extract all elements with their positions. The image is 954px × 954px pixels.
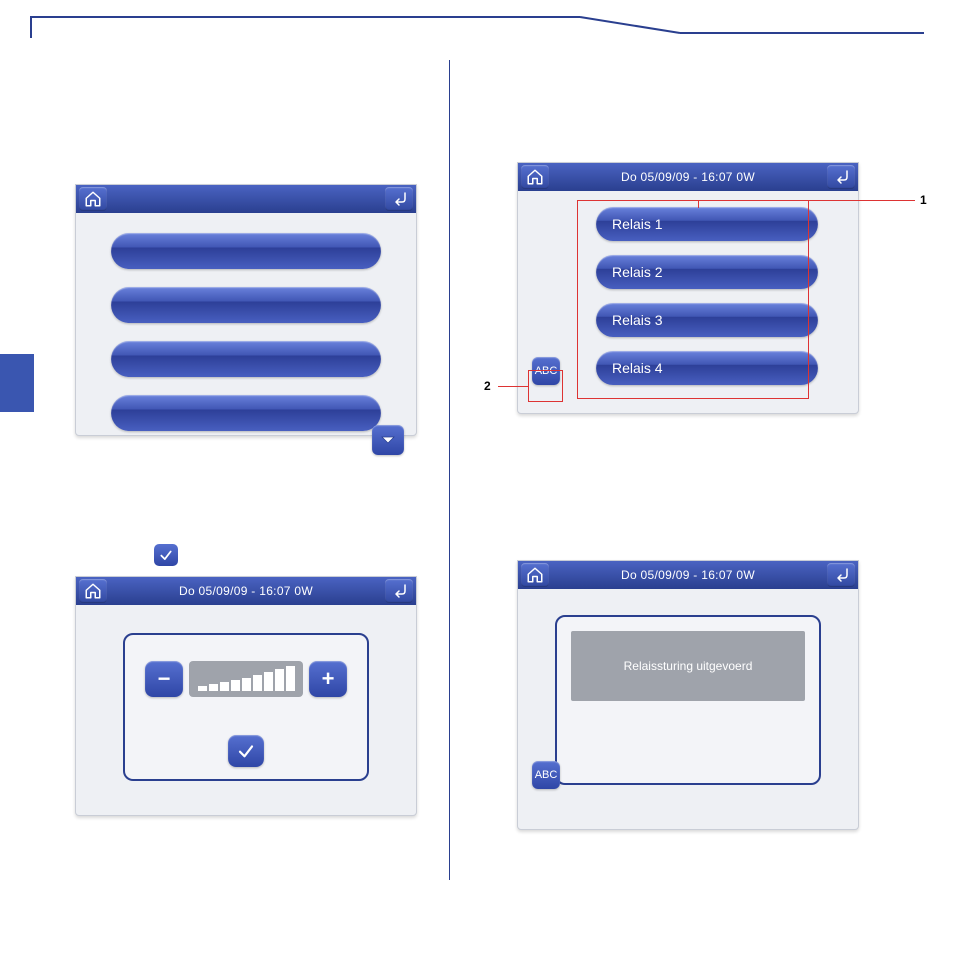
relay-item[interactable]: Relais 1 — [596, 207, 818, 241]
level-step — [220, 682, 229, 691]
relay-item[interactable]: Relais 3 — [596, 303, 818, 337]
back-button[interactable] — [385, 187, 413, 211]
page-frame-segment — [30, 16, 32, 38]
title-text: Do 05/09/09 - 16:07 0W — [549, 568, 827, 582]
back-button[interactable] — [827, 563, 855, 587]
page-side-tab — [0, 354, 34, 412]
return-arrow-icon — [390, 190, 408, 208]
chevron-down-icon — [379, 431, 397, 449]
relay-item[interactable]: Relais 2 — [596, 255, 818, 289]
relay-item-label: Relais 2 — [612, 264, 663, 280]
level-step — [231, 680, 240, 691]
confirm-button[interactable] — [228, 735, 264, 767]
page-frame-segment — [30, 16, 580, 18]
level-step — [198, 686, 207, 691]
minus-label: − — [158, 666, 171, 692]
menu-item[interactable] — [111, 287, 381, 323]
abc-label: ABC — [535, 365, 558, 377]
back-button[interactable] — [827, 165, 855, 189]
level-step — [286, 666, 295, 691]
level-step — [242, 678, 251, 691]
panel-menu-blank — [75, 184, 417, 436]
home-button[interactable] — [521, 165, 549, 189]
return-arrow-icon — [832, 566, 850, 584]
menu-item[interactable] — [111, 341, 381, 377]
home-button[interactable] — [79, 579, 107, 603]
title-text: Do 05/09/09 - 16:07 0W — [549, 170, 827, 184]
panel-relay-list: Do 05/09/09 - 16:07 0W Relais 1 Relais 2… — [517, 162, 859, 414]
home-button[interactable] — [521, 563, 549, 587]
decrease-button[interactable]: − — [145, 661, 183, 697]
relay-item-label: Relais 1 — [612, 216, 663, 232]
return-arrow-icon — [832, 168, 850, 186]
home-icon — [84, 190, 102, 208]
title-text: Do 05/09/09 - 16:07 0W — [107, 584, 385, 598]
keyboard-abc-button[interactable]: ABC — [532, 761, 560, 789]
panel-relay-confirm: Do 05/09/09 - 16:07 0W Relaissturing uit… — [517, 560, 859, 830]
level-step — [264, 672, 273, 691]
home-button[interactable] — [79, 187, 107, 211]
level-step — [209, 684, 218, 691]
home-icon — [526, 168, 544, 186]
check-icon — [237, 742, 255, 760]
title-bar: Do 05/09/09 - 16:07 0W — [518, 163, 858, 191]
level-frame: − + — [123, 633, 369, 781]
level-indicator — [189, 661, 303, 697]
menu-item[interactable] — [111, 395, 381, 431]
message-text: Relaissturing uitgevoerd — [571, 631, 805, 701]
title-bar — [76, 185, 416, 213]
callout-number-2: 2 — [484, 379, 491, 393]
page-frame-segment — [680, 32, 924, 34]
title-bar: Do 05/09/09 - 16:07 0W — [76, 577, 416, 605]
home-icon — [526, 566, 544, 584]
increase-button[interactable]: + — [309, 661, 347, 697]
home-icon — [84, 582, 102, 600]
column-divider — [449, 60, 450, 880]
relay-item-label: Relais 3 — [612, 312, 663, 328]
abc-label: ABC — [535, 769, 558, 781]
title-bar: Do 05/09/09 - 16:07 0W — [518, 561, 858, 589]
menu-item[interactable] — [111, 233, 381, 269]
back-button[interactable] — [385, 579, 413, 603]
return-arrow-icon — [390, 582, 408, 600]
check-icon — [159, 548, 173, 562]
plus-label: + — [322, 666, 335, 692]
callout-number-1: 1 — [920, 193, 927, 207]
keyboard-abc-button[interactable]: ABC — [532, 357, 560, 385]
level-step — [275, 669, 284, 691]
relay-item[interactable]: Relais 4 — [596, 351, 818, 385]
panel-level-adjust: Do 05/09/09 - 16:07 0W − + — [75, 576, 417, 816]
level-step — [253, 675, 262, 691]
relay-item-label: Relais 4 — [612, 360, 663, 376]
check-icon-chip — [154, 544, 178, 566]
scroll-down-button[interactable] — [372, 425, 404, 455]
message-frame: Relaissturing uitgevoerd — [555, 615, 821, 785]
page-frame-diagonal — [580, 16, 700, 40]
